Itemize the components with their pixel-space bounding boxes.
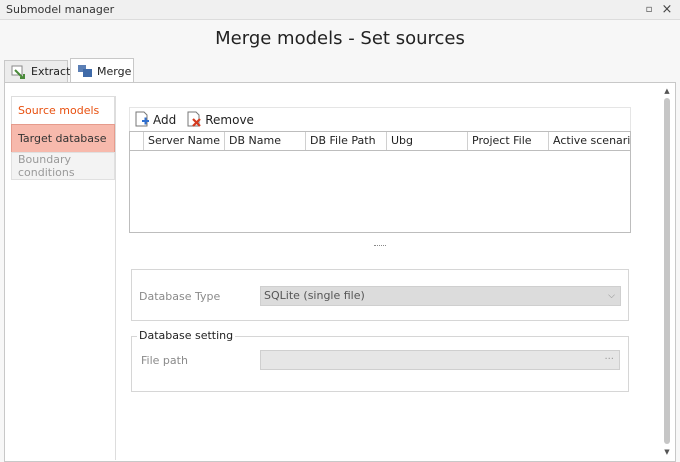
grid-header-db-name[interactable]: DB Name <box>225 132 306 150</box>
browse-button: ··· <box>604 354 614 365</box>
database-setting-title: Database setting <box>137 329 236 342</box>
sidebar-item-boundary-conditions: Boundary conditions <box>11 152 115 180</box>
grid-header-project-file[interactable]: Project File <box>468 132 549 150</box>
tab-merge[interactable]: Merge <box>70 58 134 83</box>
scroll-up-icon[interactable]: ▲ <box>661 85 673 97</box>
window-titlebar: Submodel manager ▫ × <box>0 0 680 20</box>
scroll-thumb[interactable] <box>664 98 670 444</box>
tab-label: Extract <box>31 65 71 78</box>
sidebar-item-label: Target database <box>18 132 107 145</box>
grid-header: Server Name DB Name DB File Path Ubg Pro… <box>130 132 630 151</box>
splitter-handle[interactable] <box>374 245 386 247</box>
page-title: Merge models - Set sources <box>215 28 465 49</box>
sidebar-item-target-database[interactable]: Target database <box>11 124 115 152</box>
database-type-label: Database Type <box>139 290 221 303</box>
grid-header-server-name[interactable]: Server Name <box>144 132 225 150</box>
sidebar: Source models Target database Boundary c… <box>11 96 115 180</box>
sidebar-item-label: Source models <box>18 104 100 117</box>
vertical-scrollbar[interactable]: ▲ ▼ <box>661 84 673 460</box>
remove-icon <box>186 111 202 128</box>
chevron-down-icon: ⌵ <box>608 291 615 301</box>
close-icon[interactable]: × <box>659 2 675 18</box>
add-icon <box>134 111 150 128</box>
add-button[interactable]: Add <box>134 111 182 128</box>
scroll-down-icon[interactable]: ▼ <box>661 446 673 458</box>
grid-toolbar: Add Remove <box>129 107 631 131</box>
sidebar-item-label: Boundary conditions <box>18 153 75 179</box>
file-path-label: File path <box>141 354 188 367</box>
sidebar-item-source-models[interactable]: Source models <box>11 96 115 124</box>
grid-header-indicator <box>130 132 144 150</box>
extract-icon <box>11 65 27 79</box>
add-label: Add <box>153 112 177 127</box>
source-models-grid[interactable]: Server Name DB Name DB File Path Ubg Pro… <box>129 131 631 233</box>
file-path-input: ··· <box>260 350 620 370</box>
remove-button[interactable]: Remove <box>186 111 260 128</box>
restore-icon[interactable]: ▫ <box>641 2 657 18</box>
database-type-select: SQLite (single file) ⌵ <box>260 286 621 306</box>
merge-icon <box>77 64 93 78</box>
grid-header-ubg[interactable]: Ubg <box>387 132 468 150</box>
tab-label: Merge <box>97 64 132 78</box>
tab-extract[interactable]: Extract <box>4 60 71 82</box>
grid-header-db-file-path[interactable]: DB File Path <box>306 132 387 150</box>
remove-label: Remove <box>205 112 254 127</box>
database-type-value: SQLite (single file) <box>264 289 365 302</box>
grid-header-active-scenario[interactable]: Active scenario <box>549 132 630 150</box>
window-title: Submodel manager <box>6 3 115 16</box>
